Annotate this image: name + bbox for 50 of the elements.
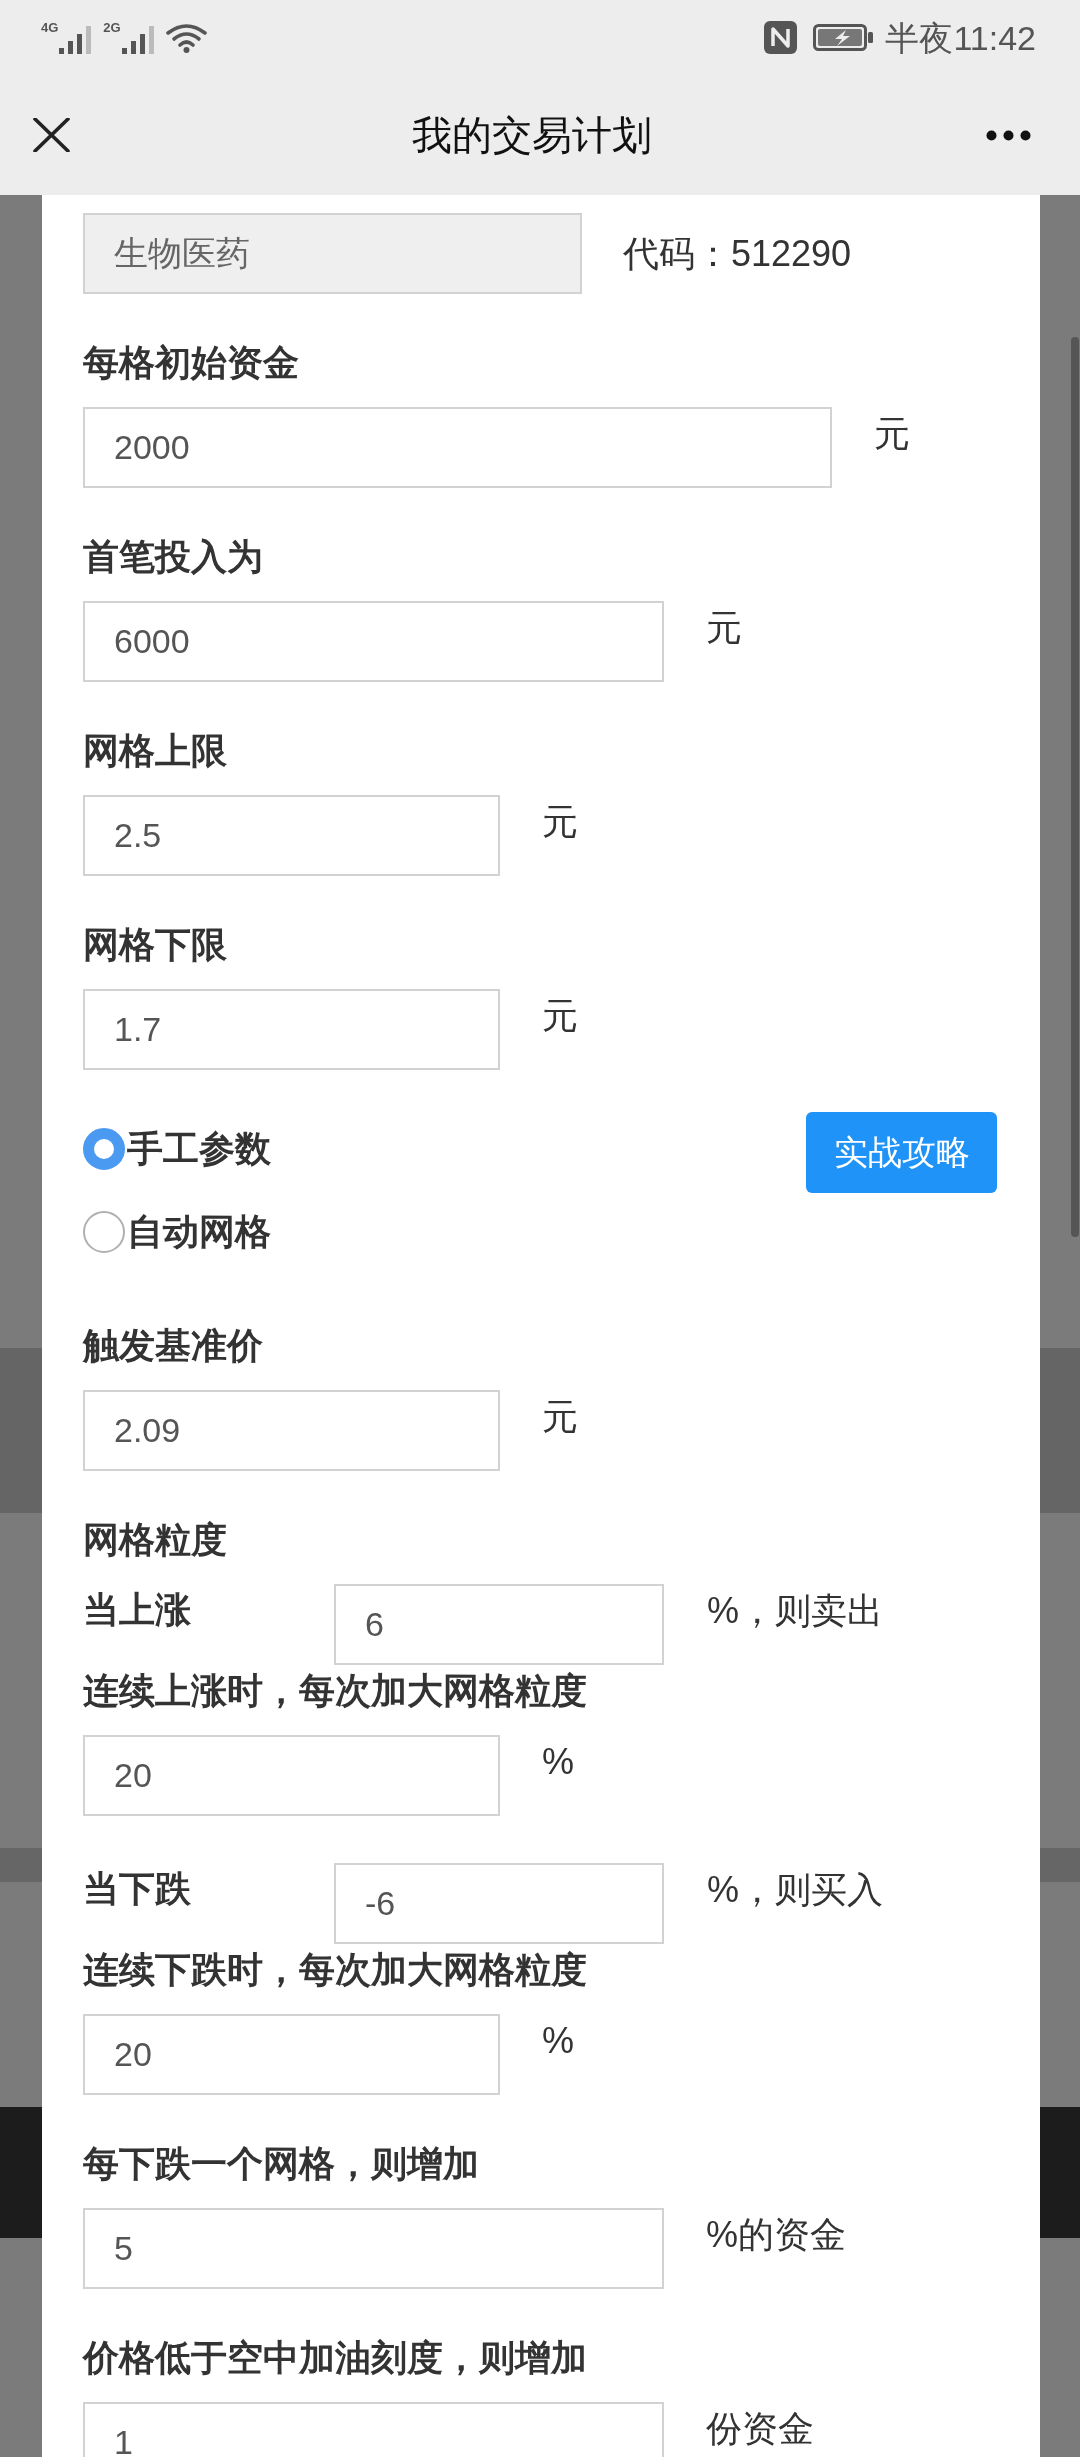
fund-code-text: 代码：512290 [623,231,852,276]
radio-icon[interactable] [83,1210,125,1253]
close-icon[interactable] [33,118,70,152]
input-field[interactable]: 2.5 [83,795,500,876]
clock-time: 半夜11:42 [885,17,1036,58]
field-label: 价格低于空中加油刻度，则增加 [83,2336,587,2380]
radio-option[interactable]: 自动网格 [83,1190,271,1273]
input-field[interactable]: 5 [83,2208,664,2289]
input-field[interactable]: 6 [334,1584,664,1665]
more-menu-icon[interactable] [986,129,1031,141]
network-type-label: 4G [41,21,59,35]
field-label: 当下跌 [83,1867,191,1911]
input-field[interactable]: 1 [83,2402,664,2457]
page-title: 我的交易计划 [412,112,652,159]
unit-label: 元 [542,800,578,844]
input-field[interactable]: 1.7 [83,989,500,1070]
unit-label: % [542,1740,574,1784]
field-label: 每下跌一个网格，则增加 [83,2142,479,2186]
field-label: 首笔投入为 [83,535,263,579]
unit-label: 元 [874,412,910,456]
radio-option[interactable]: 手工参数 [83,1107,271,1190]
unit-label: %，则卖出 [707,1589,883,1633]
unit-label: 份资金 [706,2407,814,2451]
field-label: 网格上限 [83,729,227,773]
field-label: 触发基准价 [83,1324,263,1368]
input-field[interactable]: 2000 [83,407,832,488]
wifi-icon [165,22,207,53]
input-field[interactable]: 6000 [83,601,664,682]
input-field[interactable]: 2.09 [83,1390,500,1471]
signal-bars-icon [121,26,154,54]
unit-label: %的资金 [706,2213,846,2257]
field-label: 网格下限 [83,923,227,967]
unit-label: 元 [706,606,742,650]
unit-label: % [542,2019,574,2063]
unit-label: %，则买入 [707,1868,883,1912]
input-field[interactable]: 20 [83,1735,500,1816]
field-label: 当上涨 [83,1588,191,1632]
input-field[interactable]: 20 [83,2014,500,2095]
radio-icon[interactable] [83,1127,125,1170]
unit-label: 元 [542,994,578,1038]
section-heading: 网格粒度 [83,1518,227,1562]
battery-charging-icon [813,24,874,51]
nfc-icon [764,21,798,54]
network-type-label: 2G [103,21,121,35]
field-label: 每格初始资金 [83,341,299,385]
unit-label: 元 [542,1395,578,1439]
field-label: 连续上涨时，每次加大网格粒度 [83,1669,587,1713]
field-label: 连续下跌时，每次加大网格粒度 [83,1948,587,1992]
signal-bars-icon [59,26,92,54]
input-field[interactable]: -6 [334,1863,664,1944]
